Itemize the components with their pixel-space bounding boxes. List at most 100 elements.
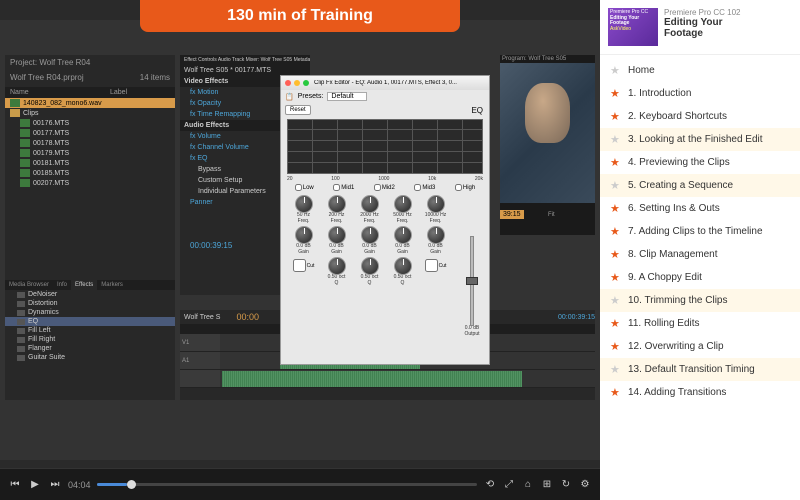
band-check-high[interactable]: High xyxy=(455,184,475,191)
lesson-item[interactable]: ★3. Looking at the Finished Edit xyxy=(600,128,800,151)
lesson-item[interactable]: ★11. Rolling Edits xyxy=(600,312,800,335)
star-icon[interactable]: ★ xyxy=(610,179,622,192)
star-icon[interactable]: ★ xyxy=(610,248,622,261)
eq-titlebar[interactable]: Clip Fx Editor - EQ: Audio 1, 00177.MTS,… xyxy=(281,76,489,90)
reset-button[interactable]: Reset xyxy=(285,105,311,115)
output-slider[interactable]: 0.0 dB Output xyxy=(463,236,481,346)
player-util-button[interactable]: ⤢ xyxy=(502,478,516,492)
band-check-mid3[interactable]: Mid3 xyxy=(414,184,435,191)
zoom-icon[interactable] xyxy=(303,80,309,86)
gain-knob[interactable] xyxy=(394,226,412,244)
lesson-item[interactable]: ★Home xyxy=(600,59,800,82)
next-button[interactable]: ⏭ xyxy=(48,478,62,492)
star-icon[interactable]: ★ xyxy=(610,110,622,123)
freq-knob[interactable] xyxy=(295,195,313,213)
player-util-button[interactable]: ⌂ xyxy=(521,478,535,492)
player-util-button[interactable]: ⊞ xyxy=(540,478,554,492)
q-knob[interactable] xyxy=(361,257,379,275)
q-knob[interactable] xyxy=(394,257,412,275)
player-util-button[interactable]: ↻ xyxy=(559,478,573,492)
lesson-item[interactable]: ★12. Overwriting a Clip xyxy=(600,335,800,358)
clip-row[interactable]: 00181.MTS xyxy=(5,158,175,168)
clip-row[interactable]: 00178.MTS xyxy=(5,138,175,148)
fx-item[interactable]: Guitar Suite xyxy=(5,353,175,362)
fit-dropdown[interactable]: Fit xyxy=(548,212,555,218)
star-icon[interactable]: ★ xyxy=(610,271,622,284)
lesson-item[interactable]: ★10. Trimming the Clips xyxy=(600,289,800,312)
lesson-item[interactable]: ★6. Setting Ins & Outs xyxy=(600,197,800,220)
lesson-item[interactable]: ★8. Clip Management xyxy=(600,243,800,266)
band-check-mid2[interactable]: Mid2 xyxy=(374,184,395,191)
star-icon[interactable]: ★ xyxy=(610,87,622,100)
clip-row[interactable]: 00207.MTS xyxy=(5,178,175,188)
play-button[interactable]: ▶ xyxy=(28,478,42,492)
gain-knob[interactable] xyxy=(427,226,445,244)
course-header[interactable]: Premiere Pro CC Editing Your Footage Ask… xyxy=(600,0,800,55)
track-v1-header[interactable]: V1 xyxy=(180,334,220,351)
gain-knob[interactable] xyxy=(295,226,313,244)
cut-high[interactable]: Cut xyxy=(425,259,447,272)
lesson-item[interactable]: ★7. Adding Clips to the Timeline xyxy=(600,220,800,243)
tab-effects[interactable]: Effects xyxy=(71,280,97,290)
star-icon[interactable]: ★ xyxy=(610,133,622,146)
col-name[interactable]: Name xyxy=(10,89,110,96)
star-icon[interactable]: ★ xyxy=(610,64,622,77)
star-icon[interactable]: ★ xyxy=(610,294,622,307)
fx-item[interactable]: Flanger xyxy=(5,344,175,353)
player-util-button[interactable]: ⟲ xyxy=(483,478,497,492)
fx-item[interactable]: Dynamics xyxy=(5,308,175,317)
star-icon[interactable]: ★ xyxy=(610,386,622,399)
bin-clips[interactable]: Clips xyxy=(5,108,175,118)
tab-markers[interactable]: Markers xyxy=(97,280,127,290)
star-icon[interactable]: ★ xyxy=(610,156,622,169)
fx-item[interactable]: EQ xyxy=(5,317,175,326)
col-label[interactable]: Label xyxy=(110,89,127,96)
program-image[interactable] xyxy=(500,63,595,203)
lesson-item[interactable]: ★9. A Choppy Edit xyxy=(600,266,800,289)
prev-button[interactable]: ⏮ xyxy=(8,478,22,492)
tab-media-browser[interactable]: Media Browser xyxy=(5,280,53,290)
audio-clip-2[interactable] xyxy=(222,371,522,387)
star-icon[interactable]: ★ xyxy=(610,363,622,376)
lesson-item[interactable]: ★5. Creating a Sequence xyxy=(600,174,800,197)
tab-info[interactable]: Info xyxy=(53,280,71,290)
star-icon[interactable]: ★ xyxy=(610,202,622,215)
lesson-item[interactable]: ★4. Previewing the Clips xyxy=(600,151,800,174)
lesson-item[interactable]: ★2. Keyboard Shortcuts xyxy=(600,105,800,128)
gain-knob[interactable] xyxy=(361,226,379,244)
lesson-item[interactable]: ★13. Default Transition Timing xyxy=(600,358,800,381)
eq-graph[interactable] xyxy=(287,119,483,174)
clip-row[interactable]: 00179.MTS xyxy=(5,148,175,158)
clip-row[interactable]: 00177.MTS xyxy=(5,128,175,138)
band-check-low[interactable]: Low xyxy=(295,184,314,191)
star-icon[interactable]: ★ xyxy=(610,340,622,353)
clip-row[interactable]: 00176.MTS xyxy=(5,118,175,128)
q-knob[interactable] xyxy=(328,257,346,275)
seek-bar[interactable] xyxy=(97,483,477,486)
track-a2[interactable] xyxy=(180,370,595,388)
lesson-item[interactable]: ★1. Introduction xyxy=(600,82,800,105)
presets-select[interactable]: Default xyxy=(327,92,366,101)
star-icon[interactable]: ★ xyxy=(610,225,622,238)
gain-knob[interactable] xyxy=(328,226,346,244)
freq-knob[interactable] xyxy=(394,195,412,213)
star-icon[interactable]: ★ xyxy=(610,317,622,330)
fx-item[interactable]: Fill Right xyxy=(5,335,175,344)
clip-row[interactable]: 00185.MTS xyxy=(5,168,175,178)
band-check-mid1[interactable]: Mid1 xyxy=(333,184,354,191)
fx-item[interactable]: Distortion xyxy=(5,299,175,308)
player-util-button[interactable]: ⚙ xyxy=(578,478,592,492)
lesson-item[interactable]: ★14. Adding Transitions xyxy=(600,381,800,404)
presets-icon[interactable]: 📋 xyxy=(285,93,294,101)
freq-knob[interactable] xyxy=(361,195,379,213)
track-a1-header[interactable]: A1 xyxy=(180,352,220,369)
minimize-icon[interactable] xyxy=(294,80,300,86)
freq-knob[interactable] xyxy=(427,195,445,213)
fx-item[interactable]: DeNoiser xyxy=(5,290,175,299)
freq-knob[interactable] xyxy=(328,195,346,213)
cut-low[interactable]: Cut xyxy=(293,259,315,272)
fx-item[interactable]: Fill Left xyxy=(5,326,175,335)
bin-wav[interactable]: 140823_082_mono6.wav xyxy=(5,98,175,108)
fx-tabs[interactable]: Effect Controls Audio Track Mixer: Wolf … xyxy=(180,55,310,65)
close-icon[interactable] xyxy=(285,80,291,86)
